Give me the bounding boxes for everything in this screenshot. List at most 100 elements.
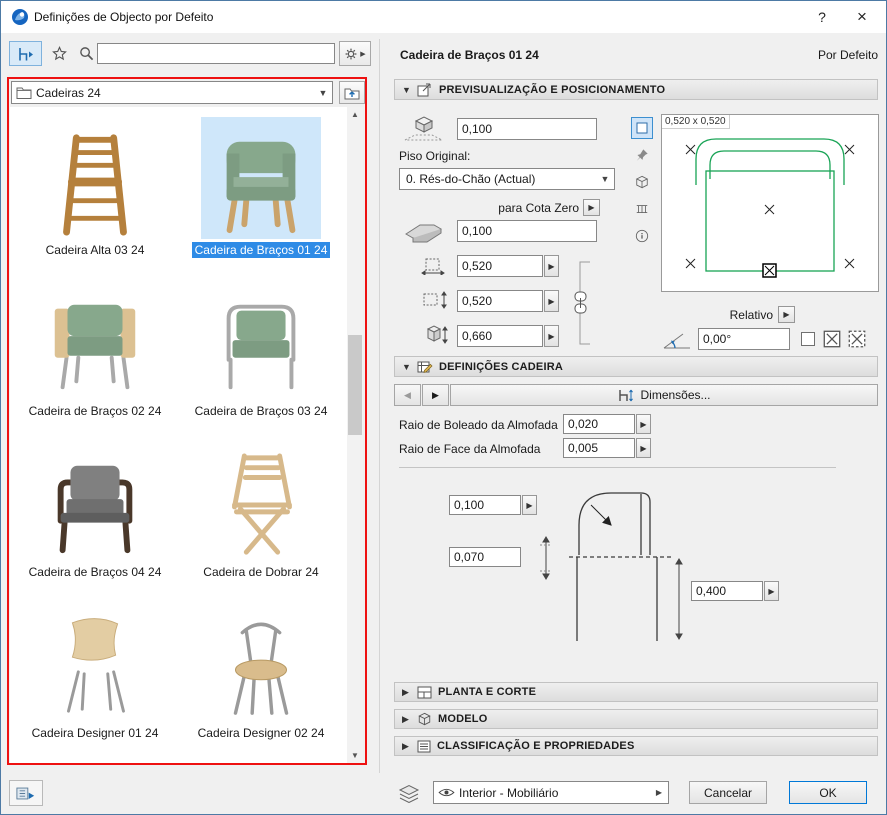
arrow-right-icon: ▶ [432, 390, 439, 401]
folder-view-toggle[interactable] [9, 41, 42, 66]
place-object-button[interactable] [9, 780, 43, 806]
diagram-left-input[interactable]: 0,070 [449, 547, 521, 567]
chevron-right-icon: ▶ [360, 50, 365, 58]
panel-divider [379, 39, 380, 773]
diagram-top-menu-button[interactable]: ▶ [522, 495, 537, 515]
classification-list-icon [417, 740, 431, 753]
vertical-dimension-arrow [539, 535, 553, 581]
param-menu-button[interactable]: ▶ [636, 414, 651, 434]
list-item[interactable]: Cadeira Designer 01 24 [13, 598, 177, 756]
close-button[interactable]: × [847, 5, 877, 29]
relative-flyout-button[interactable]: ▶ [778, 306, 795, 323]
preview-mode-plan-button[interactable] [631, 117, 653, 139]
prev-page-button[interactable]: ◀ [394, 384, 421, 406]
dim-y-menu-button[interactable]: ▶ [544, 290, 559, 312]
list-item-selected[interactable]: Cadeira de Braços 01 24 [179, 115, 343, 273]
section-title: PREVISUALIZAÇÃO E POSICIONAMENTO [439, 84, 665, 96]
eye-icon [438, 787, 455, 798]
to-zero-flyout-button[interactable]: ▶ [583, 199, 600, 216]
search-input[interactable] [97, 43, 335, 64]
ok-button[interactable]: OK [789, 781, 867, 804]
layer-combo[interactable]: Interior - Mobiliário ▶ [433, 781, 669, 804]
disclosure-down-icon: ▼ [402, 85, 411, 95]
preview-viewport[interactable]: 0,520 x 0,520 [661, 114, 879, 292]
plan-symbol-icon [636, 122, 648, 134]
list-item[interactable]: Cadeira de Braços 03 24 [179, 276, 343, 434]
list-item[interactable]: Cadeira Alta 03 24 [13, 115, 177, 273]
list-item[interactable]: Cadeira de Dobrar 24 [179, 437, 343, 595]
preview-mode-3d-button[interactable] [631, 171, 653, 193]
dim-x-input[interactable]: 0,520 [457, 255, 543, 277]
section-model[interactable]: ▶ MODELO [394, 709, 878, 729]
preview-mode-section-button[interactable] [631, 198, 653, 220]
folder-combo[interactable]: Cadeiras 24 ▼ [11, 81, 333, 104]
section-preview-position[interactable]: ▼ PREVISUALIZAÇÃO E POSICIONAMENTO [394, 79, 878, 100]
flyout-arrow-icon: ▶ [652, 788, 666, 797]
chair-thumbnail [35, 600, 155, 722]
anchor-option-icon[interactable] [823, 330, 841, 348]
chair-thumbnail [201, 600, 321, 722]
star-icon [52, 46, 67, 61]
chair-elevation-diagram [557, 477, 692, 657]
diagram-bottom-input[interactable]: 0,400 [691, 581, 763, 601]
disclosure-right-icon: ▶ [402, 741, 411, 752]
dim-z-input[interactable]: 0,660 [457, 325, 543, 347]
list-item-label: Cadeira de Braços 01 24 [192, 242, 331, 258]
diagram-top-input[interactable]: 0,100 [449, 495, 521, 515]
rotation-angle-input[interactable]: 0,00° [698, 328, 790, 350]
list-item-label: Cadeira de Braços 04 24 [26, 564, 165, 580]
preview-mode-hotspot-button[interactable] [631, 144, 653, 166]
settings-page-selector[interactable]: Dimensões... [450, 384, 878, 406]
scroll-thumb[interactable] [348, 335, 362, 435]
bottom-elevation-input[interactable]: 0,100 [457, 220, 597, 242]
section-classification[interactable]: ▶ CLASSIFICAÇÃO E PROPRIEDADES [394, 736, 878, 756]
param-menu-button[interactable]: ▶ [636, 438, 651, 458]
favorites-button[interactable] [46, 41, 72, 66]
section-plan-and-section[interactable]: ▶ PLANTA E CORTE [394, 682, 878, 702]
layer-stack-icon[interactable] [396, 784, 426, 803]
dim-z-icon [421, 325, 449, 345]
param-input[interactable]: 0,005 [563, 438, 635, 458]
anchor-option-dashed-icon[interactable] [848, 330, 866, 348]
list-item[interactable]: Cadeira Designer 02 24 [179, 598, 343, 756]
section-chair-settings[interactable]: ▼ DEFINIÇÕES CADEIRA [394, 356, 878, 377]
scroll-up-arrow[interactable]: ▲ [347, 107, 363, 122]
model-cube-icon [417, 712, 432, 726]
dimensions-page-icon [617, 388, 633, 403]
mirror-checkbox[interactable] [801, 332, 815, 346]
list-item-label: Cadeira de Dobrar 24 [200, 564, 321, 580]
cancel-button[interactable]: Cancelar [689, 781, 767, 804]
next-page-button[interactable]: ▶ [422, 384, 449, 406]
list-scrollbar[interactable]: ▲ ▼ [347, 107, 363, 763]
floor-combo[interactable]: 0. Rés-do-Chão (Actual) ▼ [399, 168, 615, 190]
help-button[interactable]: ? [807, 5, 837, 29]
chair-thumbnail [35, 439, 155, 561]
dim-x-menu-button[interactable]: ▶ [544, 255, 559, 277]
info-icon [635, 229, 649, 243]
chair-thumbnail [201, 278, 321, 400]
list-item[interactable]: Cadeira de Braços 02 24 [13, 276, 177, 434]
scroll-down-arrow[interactable]: ▼ [347, 748, 363, 763]
section-title: DEFINIÇÕES CADEIRA [439, 361, 563, 373]
disclosure-down-icon: ▼ [402, 362, 411, 372]
diagram-bottom-menu-button[interactable]: ▶ [764, 581, 779, 601]
section-title: MODELO [438, 713, 487, 725]
preview-info-button[interactable] [631, 225, 653, 247]
param-input[interactable]: 0,020 [563, 414, 635, 434]
top-elevation-icon [401, 115, 447, 143]
disclosure-right-icon: ▶ [402, 687, 411, 698]
list-item-label: Cadeira Designer 02 24 [195, 725, 328, 741]
object-name: Cadeira de Braços 01 24 [400, 48, 539, 62]
window-title: Definições de Objecto por Defeito [34, 10, 213, 24]
dim-z-menu-button[interactable]: ▶ [544, 325, 559, 347]
settings-gear-button[interactable]: ▶ [339, 41, 371, 66]
plan-preview-drawing [662, 115, 878, 291]
top-elevation-input[interactable]: 0,100 [457, 118, 597, 140]
folder-icon [16, 86, 32, 99]
folder-up-button[interactable] [339, 81, 365, 104]
dim-y-input[interactable]: 0,520 [457, 290, 543, 312]
bottom-elevation-icon [401, 220, 447, 244]
list-item-label: Cadeira de Braços 03 24 [192, 403, 331, 419]
link-xy-button[interactable] [571, 259, 593, 347]
list-item[interactable]: Cadeira de Braços 04 24 [13, 437, 177, 595]
